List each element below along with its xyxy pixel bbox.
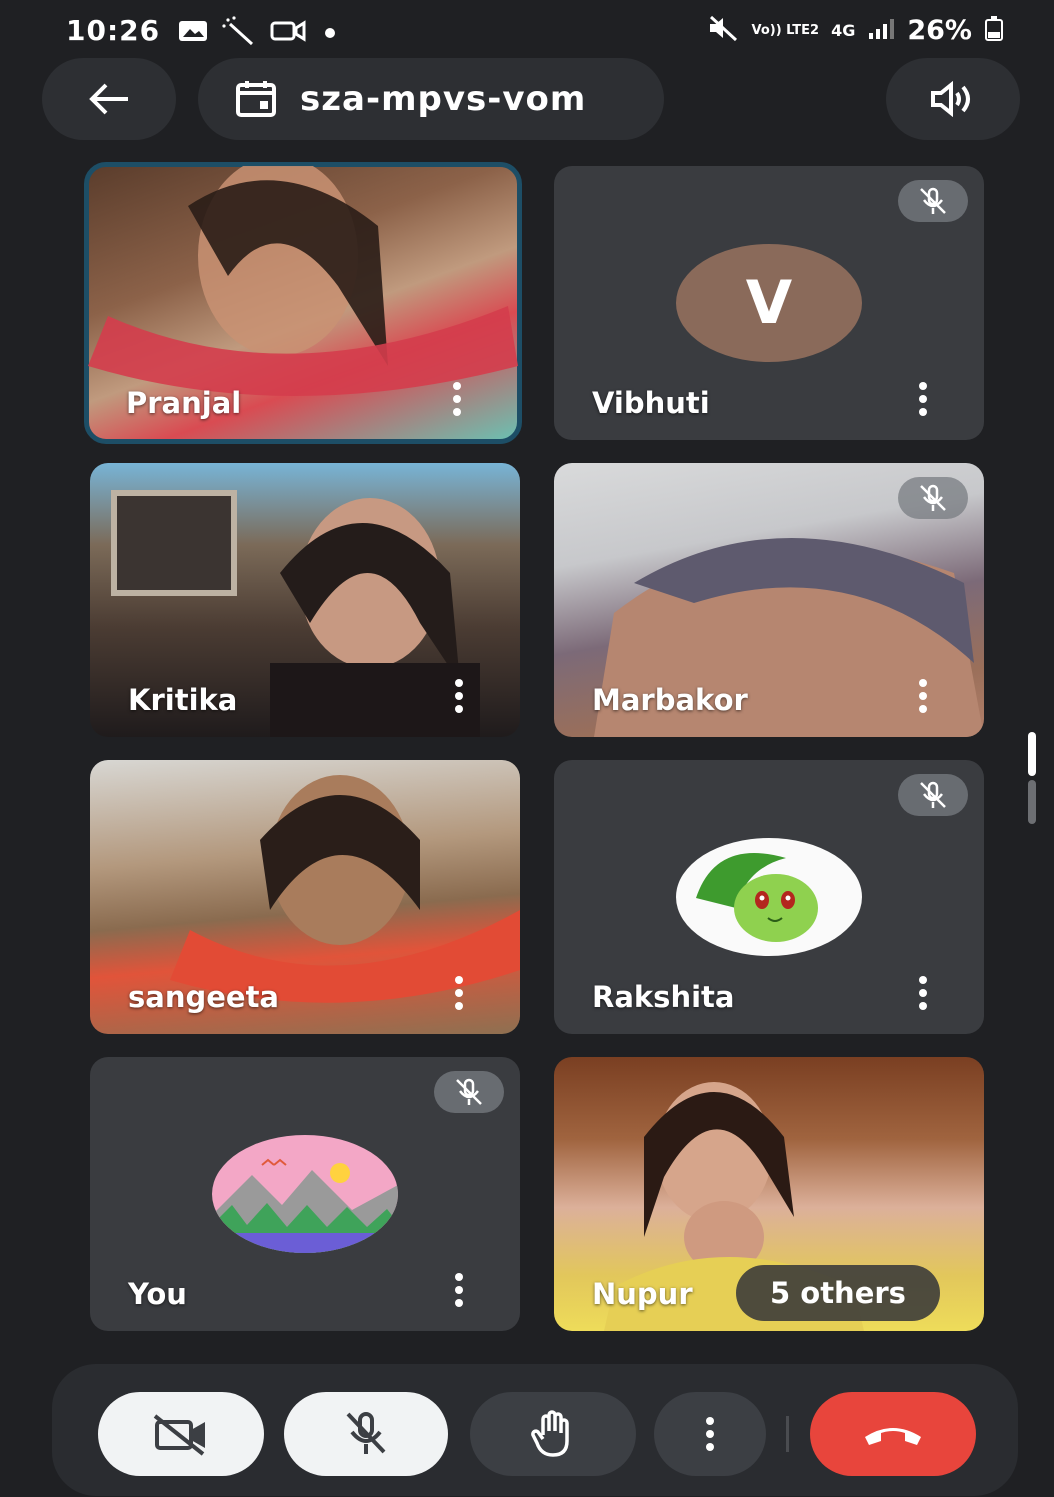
network-type: 4G (831, 20, 856, 40)
participant-name: Nupur (592, 1277, 693, 1311)
participant-name: Marbakor (592, 683, 748, 717)
mic-off-icon (434, 1071, 504, 1113)
participant-name: Pranjal (126, 386, 242, 420)
more-vert-icon (706, 1417, 714, 1451)
meeting-info-button[interactable]: sza-mpvs-vom (198, 58, 664, 140)
status-bar: 10:26 Vo)) LTE2 4G 26% (0, 0, 1054, 56)
hand-icon (531, 1410, 569, 1457)
participant-tile[interactable]: Kritika (90, 463, 520, 737)
mute-volume-icon (707, 14, 739, 46)
participant-name: sangeeta (128, 980, 280, 1014)
participant-tile[interactable]: Nupur 5 others (554, 1057, 984, 1331)
avatar: V (676, 244, 862, 362)
mic-off-icon (346, 1412, 386, 1454)
more-options-icon[interactable] (454, 1273, 464, 1307)
participant-name: Vibhuti (592, 386, 710, 420)
notification-dot-icon (320, 21, 340, 45)
mic-off-icon (898, 774, 968, 816)
volume-up-icon (931, 81, 970, 117)
battery-percent: 26% (907, 14, 972, 46)
more-options-icon[interactable] (454, 679, 464, 713)
more-options-icon[interactable] (454, 976, 464, 1010)
green-creature-avatar (676, 838, 862, 956)
page-indicator (1028, 780, 1036, 824)
back-button[interactable] (42, 58, 176, 140)
more-options-icon[interactable] (918, 976, 928, 1010)
participant-tile[interactable]: V Vibhuti (554, 166, 984, 440)
battery-icon (984, 14, 1004, 46)
mic-toggle-button[interactable] (284, 1392, 448, 1476)
more-options-icon[interactable] (452, 382, 462, 416)
mountain-landscape-avatar (212, 1135, 398, 1253)
participant-tile[interactable]: Rakshita (554, 760, 984, 1034)
gallery-icon (178, 19, 208, 47)
more-options-icon[interactable] (918, 679, 928, 713)
call-end-icon (865, 1428, 921, 1445)
mic-off-icon (898, 180, 968, 222)
raise-hand-button[interactable] (470, 1392, 636, 1476)
more-options-icon[interactable] (918, 382, 928, 416)
more-options-button[interactable] (654, 1392, 766, 1476)
signal-icon (867, 17, 895, 43)
audio-output-button[interactable] (886, 58, 1020, 140)
calendar-icon (236, 81, 276, 117)
participant-tile-self[interactable]: You (90, 1057, 520, 1331)
video-record-icon (270, 19, 306, 47)
participant-tile[interactable]: Marbakor (554, 463, 984, 737)
call-controls-bar (52, 1364, 1018, 1496)
controls-divider (786, 1416, 789, 1452)
camera-off-icon (153, 1414, 205, 1456)
meeting-code: sza-mpvs-vom (300, 79, 587, 119)
volte-label: Vo)) LTE2 (751, 22, 820, 38)
mic-off-icon (898, 477, 968, 519)
magic-wand-icon (222, 16, 256, 50)
status-time: 10:26 (66, 14, 161, 47)
participant-name: Rakshita (592, 980, 735, 1014)
camera-toggle-button[interactable] (98, 1392, 264, 1476)
others-chip[interactable]: 5 others (736, 1265, 940, 1321)
participant-name: Kritika (128, 683, 238, 717)
participant-name: You (128, 1277, 187, 1311)
arrow-back-icon (89, 83, 128, 115)
end-call-button[interactable] (810, 1392, 976, 1476)
participant-tile[interactable]: Pranjal (84, 162, 522, 444)
page-indicator-active (1028, 732, 1036, 776)
participant-tile[interactable]: sangeeta (90, 760, 520, 1034)
